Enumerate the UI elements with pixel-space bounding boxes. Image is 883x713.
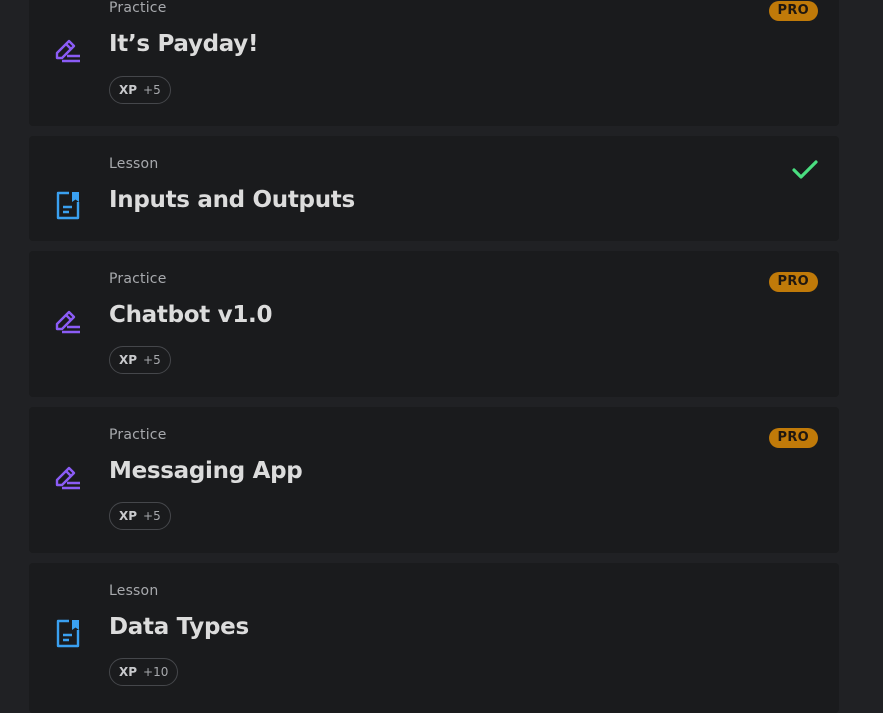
list-item-inputs-and-outputs[interactable]: Lesson Inputs and Outputs bbox=[29, 136, 839, 241]
item-title: Chatbot v1.0 bbox=[109, 302, 273, 328]
xp-badge: XP +5 bbox=[109, 76, 171, 104]
xp-label: XP bbox=[119, 83, 138, 97]
xp-label: XP bbox=[119, 509, 138, 523]
item-kind: Practice bbox=[109, 271, 167, 287]
xp-value: +10 bbox=[143, 665, 169, 679]
pencil-lines-icon bbox=[55, 310, 80, 334]
list-item-its-payday[interactable]: Practice It’s Payday! XP +5 PRO bbox=[29, 0, 839, 126]
list-item-data-types[interactable]: Lesson Data Types XP +10 bbox=[29, 563, 839, 713]
document-bookmark-icon bbox=[56, 191, 80, 220]
xp-label: XP bbox=[119, 353, 138, 367]
document-bookmark-icon bbox=[56, 619, 80, 648]
list-item-chatbot[interactable]: Practice Chatbot v1.0 XP +5 PRO bbox=[29, 251, 839, 397]
list-item-messaging-app[interactable]: Practice Messaging App XP +5 PRO bbox=[29, 407, 839, 553]
item-kind: Lesson bbox=[109, 583, 159, 599]
item-kind: Practice bbox=[109, 427, 167, 443]
item-title: Inputs and Outputs bbox=[109, 187, 355, 213]
xp-badge: XP +10 bbox=[109, 658, 179, 686]
pro-badge: PRO bbox=[768, 272, 818, 292]
pencil-lines-icon bbox=[55, 39, 80, 63]
xp-badge: XP +5 bbox=[109, 346, 171, 374]
item-kind: Lesson bbox=[109, 156, 159, 172]
item-title: Messaging App bbox=[109, 458, 303, 484]
xp-badge: XP +5 bbox=[109, 502, 171, 530]
xp-label: XP bbox=[119, 665, 138, 679]
xp-value: +5 bbox=[143, 509, 161, 523]
pro-badge: PRO bbox=[768, 1, 818, 21]
item-title: It’s Payday! bbox=[109, 31, 259, 57]
item-kind: Practice bbox=[109, 0, 167, 16]
pro-badge: PRO bbox=[768, 428, 818, 448]
item-title: Data Types bbox=[109, 614, 249, 640]
pencil-lines-icon bbox=[55, 466, 80, 490]
checkmark-icon bbox=[792, 160, 818, 179]
xp-value: +5 bbox=[143, 83, 161, 97]
xp-value: +5 bbox=[143, 353, 161, 367]
